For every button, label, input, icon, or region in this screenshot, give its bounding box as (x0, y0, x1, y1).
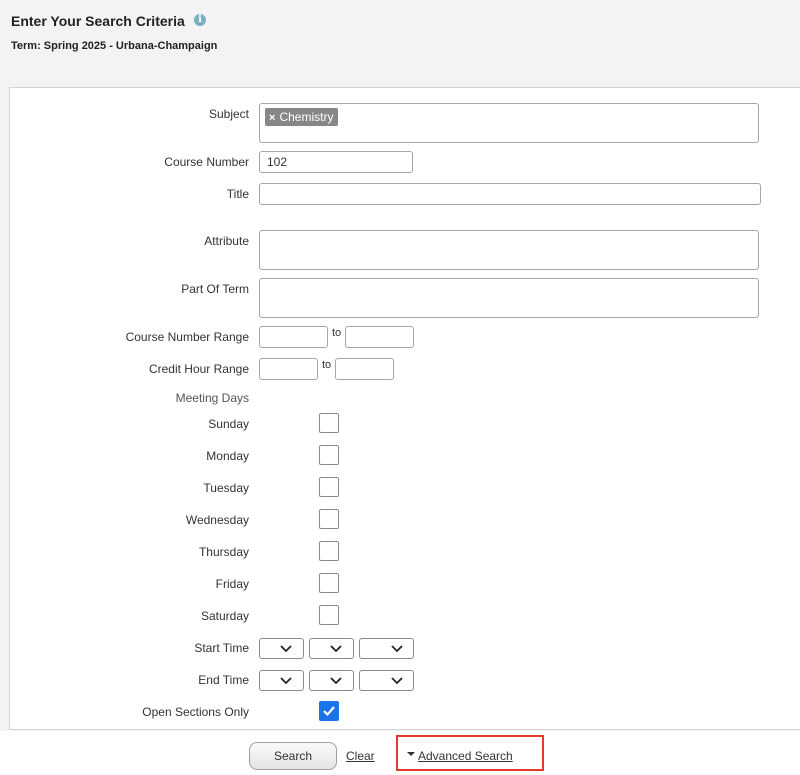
start-time-label: Start Time (194, 641, 249, 655)
remove-icon[interactable]: × (269, 112, 275, 124)
part-of-term-label: Part Of Term (181, 282, 249, 296)
sunday-label: Sunday (208, 417, 249, 431)
thursday-checkbox[interactable] (319, 541, 339, 561)
open-sections-checkbox[interactable] (319, 701, 339, 721)
tuesday-checkbox[interactable] (319, 477, 339, 497)
chevron-down-icon (391, 645, 403, 653)
wednesday-label: Wednesday (185, 513, 249, 527)
chevron-down-icon (330, 677, 342, 685)
course-number-label: Course Number (164, 155, 249, 169)
course-number-range-label: Course Number Range (125, 330, 249, 344)
friday-label: Friday (215, 577, 249, 591)
course-number-range-to-label: to (332, 327, 342, 339)
caret-down-icon (407, 752, 415, 756)
checkmark-icon (323, 706, 335, 717)
tuesday-label: Tuesday (203, 481, 249, 495)
advanced-search-highlight: Advanced Search (396, 735, 544, 771)
credit-hour-range-to-label: to (322, 359, 332, 371)
info-icon[interactable]: i (194, 14, 206, 26)
saturday-checkbox[interactable] (319, 605, 339, 625)
chevron-down-icon (391, 677, 403, 685)
credit-hour-range-to[interactable] (335, 358, 394, 380)
end-time-label: End Time (198, 673, 249, 687)
attribute-input[interactable] (259, 230, 759, 270)
start-time-hour-select[interactable] (259, 638, 304, 659)
end-time-hour-select[interactable] (259, 670, 304, 691)
term-label: Term: Spring 2025 - Urbana-Champaign (11, 40, 218, 52)
wednesday-checkbox[interactable] (319, 509, 339, 529)
advanced-search-link[interactable]: Advanced Search (418, 749, 513, 763)
credit-hour-range-label: Credit Hour Range (148, 362, 249, 376)
attribute-label: Attribute (204, 234, 249, 248)
search-button[interactable]: Search (249, 742, 337, 770)
end-time-minute-select[interactable] (309, 670, 354, 691)
subject-input[interactable]: × Chemistry (259, 103, 759, 143)
meeting-days-label: Meeting Days (175, 391, 249, 405)
clear-link[interactable]: Clear (346, 749, 375, 763)
start-time-ampm-select[interactable] (359, 638, 414, 659)
part-of-term-input[interactable] (259, 278, 759, 318)
chevron-down-icon (280, 645, 292, 653)
subject-chip[interactable]: × Chemistry (265, 108, 339, 126)
search-criteria-title: Enter Your Search Criteria (11, 13, 185, 29)
subject-chip-label: Chemistry (279, 110, 334, 124)
chevron-down-icon (330, 645, 342, 653)
thursday-label: Thursday (198, 545, 249, 559)
credit-hour-range-from[interactable] (259, 358, 318, 380)
friday-checkbox[interactable] (319, 573, 339, 593)
course-number-input[interactable]: 102 (259, 151, 413, 173)
course-number-range-from[interactable] (259, 326, 328, 348)
monday-checkbox[interactable] (319, 445, 339, 465)
sunday-checkbox[interactable] (319, 413, 339, 433)
course-number-range-to[interactable] (345, 326, 414, 348)
open-sections-label: Open Sections Only (142, 705, 249, 719)
chevron-down-icon (280, 677, 292, 685)
monday-label: Monday (206, 449, 249, 463)
end-time-ampm-select[interactable] (359, 670, 414, 691)
title-input[interactable] (259, 183, 761, 205)
start-time-minute-select[interactable] (309, 638, 354, 659)
saturday-label: Saturday (200, 609, 249, 623)
title-label: Title (226, 187, 249, 201)
subject-label: Subject (208, 107, 249, 121)
course-number-value: 102 (267, 155, 288, 169)
